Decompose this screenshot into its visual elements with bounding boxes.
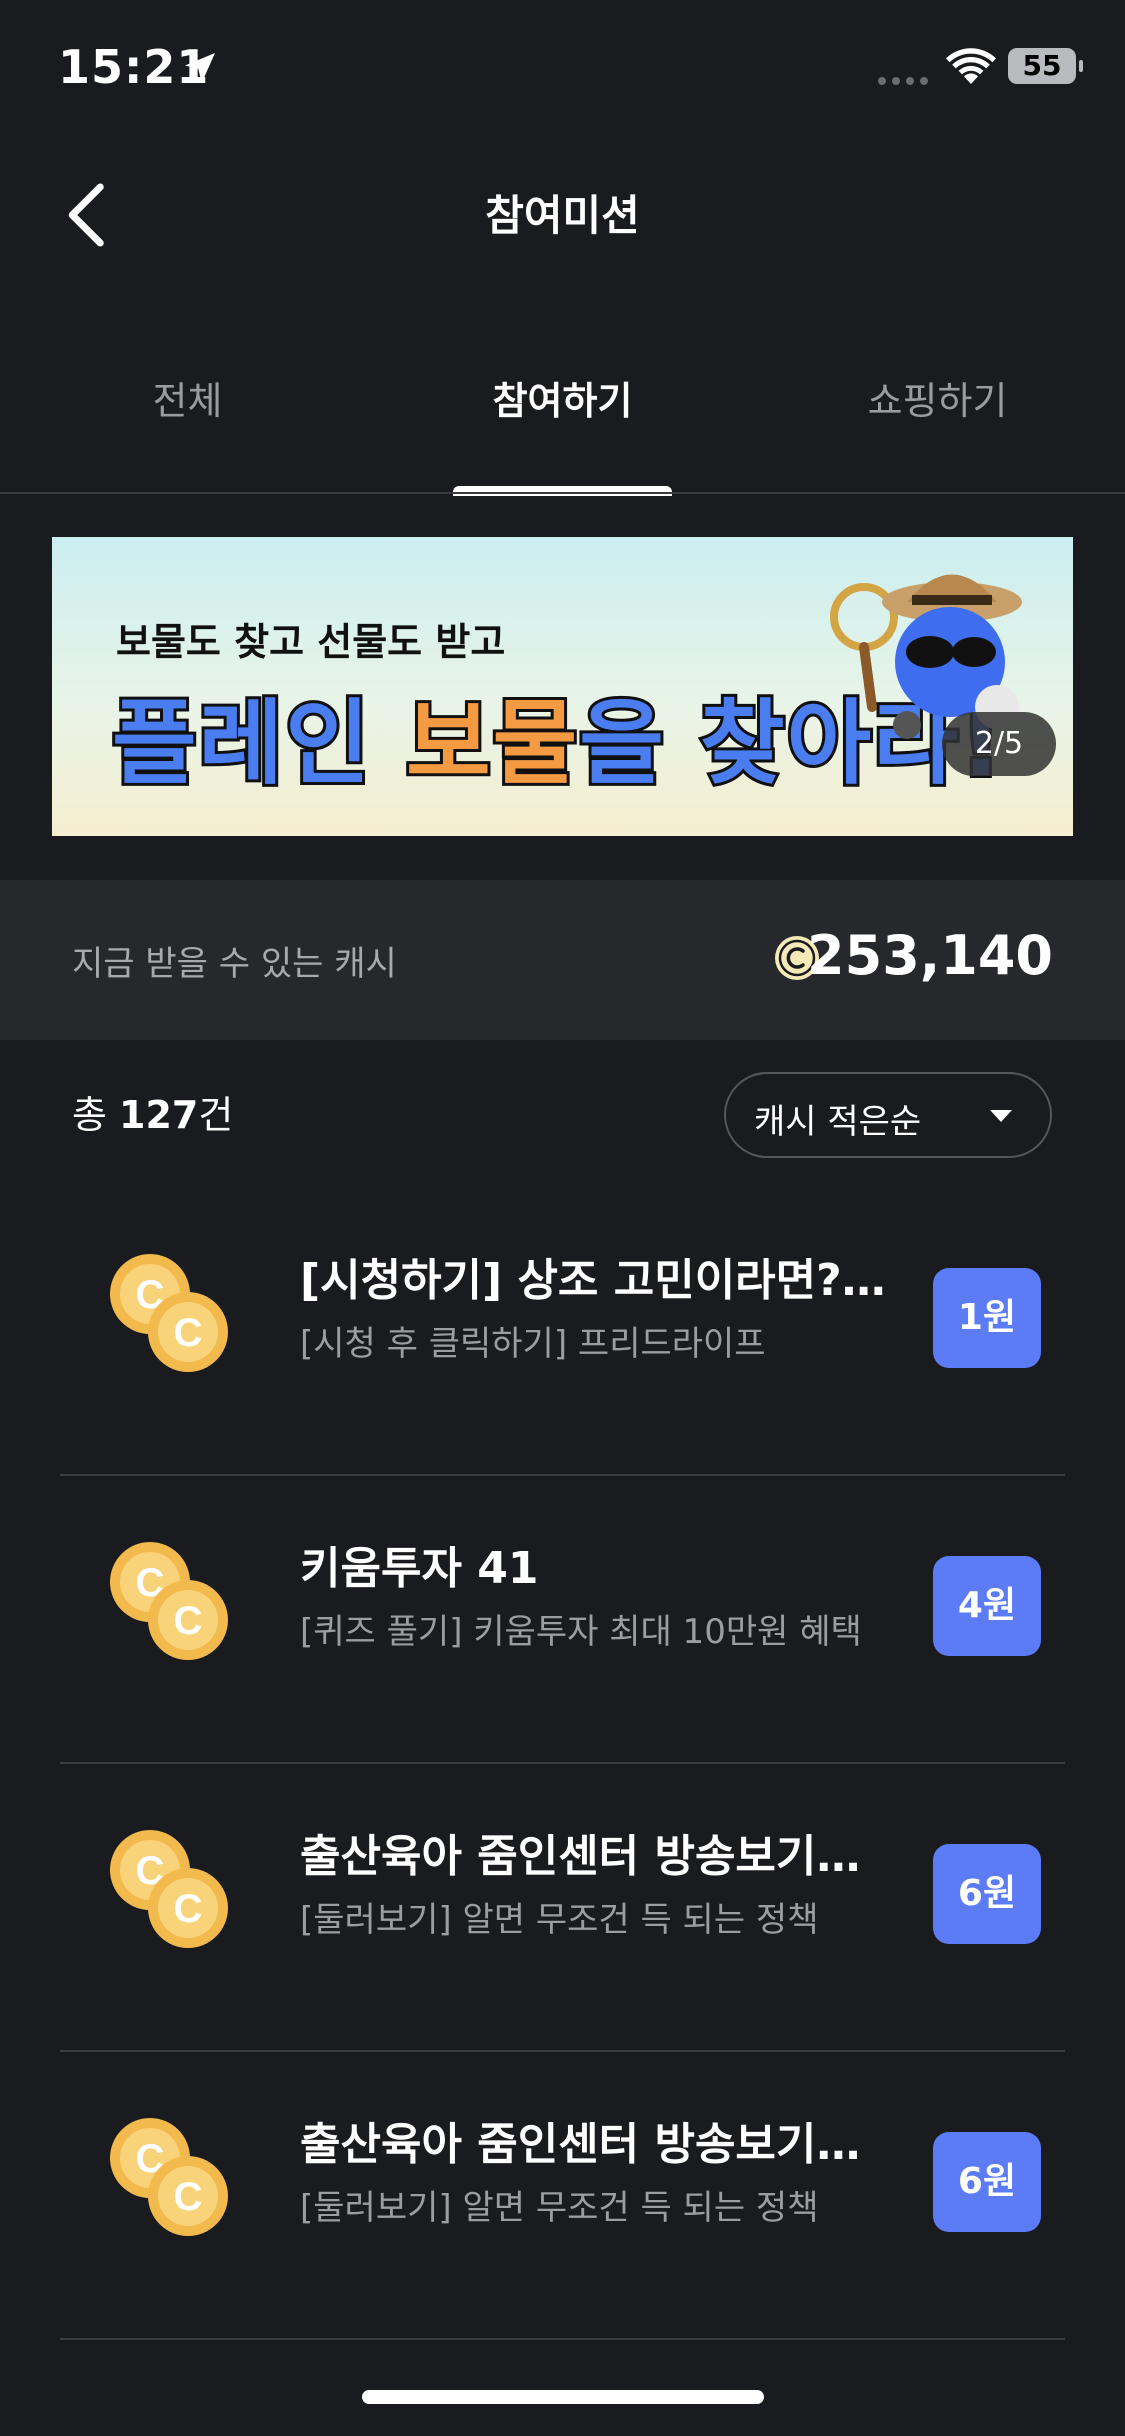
page-title: 참여미션 [485,191,640,240]
svg-text:C: C [174,1311,203,1355]
svg-text:C: C [174,1887,203,1931]
battery-icon: 55 [1008,48,1083,84]
mission-title: 출산육아 줌인센터 방송보기… [300,1831,861,1882]
available-cash-panel: 지금 받을 수 있는 캐시 253,140 [0,880,1125,1040]
banner-pager: 2/5 [942,712,1056,776]
svg-text:C: C [174,2175,203,2219]
reward-badge[interactable]: 1원 [933,1268,1041,1368]
tab-divider [0,492,1125,494]
mission-subtitle: [퀴즈 풀기] 키움투자 최대 10만원 혜택 [300,1612,862,1652]
home-indicator[interactable] [362,2390,764,2404]
location-arrow-icon [185,53,215,83]
reward-badge[interactable]: 4원 [933,1556,1041,1656]
tab-participate[interactable]: 참여하기 [375,370,750,425]
signal-icon [878,70,934,89]
tab-active-indicator [453,486,672,496]
coins-icon: C C [110,1830,228,1948]
mission-title: 출산육아 줌인센터 방송보기… [300,2119,861,2170]
mission-title: 키움투자 41 [300,1543,539,1594]
mission-item[interactable]: C C 키움투자 41 [퀴즈 풀기] 키움투자 최대 10만원 혜택 4원 [60,1474,1065,1764]
reward-badge[interactable]: 6원 [933,1844,1041,1944]
mission-count: 총 127건 [72,1093,234,1137]
tab-shopping[interactable]: 쇼핑하기 [750,370,1125,425]
mission-subtitle: [시청 후 클릭하기] 프리드라이프 [300,1324,766,1364]
mission-subtitle: [둘러보기] 알면 무조건 득 되는 정책 [300,2188,819,2228]
mission-title: [시청하기] 상조 고민이라면?… [300,1255,886,1306]
coins-icon: C C [110,2118,228,2236]
sort-label: 캐시 적은순 [754,1102,922,1142]
coins-icon: C C [110,1542,228,1660]
wifi-icon [946,48,996,84]
status-bar: 15:21 55 [0,0,1125,140]
promo-banner[interactable]: 보물도 찾고 선물도 받고 플레인 보물을 찾아라! 2/5 [52,537,1073,836]
mission-item[interactable]: C C 출산육아 줌인센터 방송보기… [둘러보기] 알면 무조건 득 되는 정… [60,1762,1065,2052]
cash-label: 지금 받을 수 있는 캐시 [72,944,397,984]
caret-down-icon [990,1110,1012,1122]
tab-all[interactable]: 전체 [0,370,375,425]
banner-subtitle: 보물도 찾고 선물도 받고 [116,620,506,664]
cash-amount: 253,140 [807,924,1053,987]
mission-subtitle: [둘러보기] 알면 무조건 득 되는 정책 [300,1900,819,1940]
svg-text:C: C [174,1599,203,1643]
mission-item[interactable]: C C [시청하기] 상조 고민이라면?… [시청 후 클릭하기] 프리드라이프… [60,1186,1065,1476]
sort-dropdown[interactable]: 캐시 적은순 [724,1072,1052,1158]
coins-icon: C C [110,1254,228,1372]
mission-item[interactable]: C C 출산육아 줌인센터 방송보기… [둘러보기] 알면 무조건 득 되는 정… [60,2050,1065,2340]
tab-bar: 전체 참여하기 쇼핑하기 [0,330,1125,496]
reward-badge[interactable]: 6원 [933,2132,1041,2232]
